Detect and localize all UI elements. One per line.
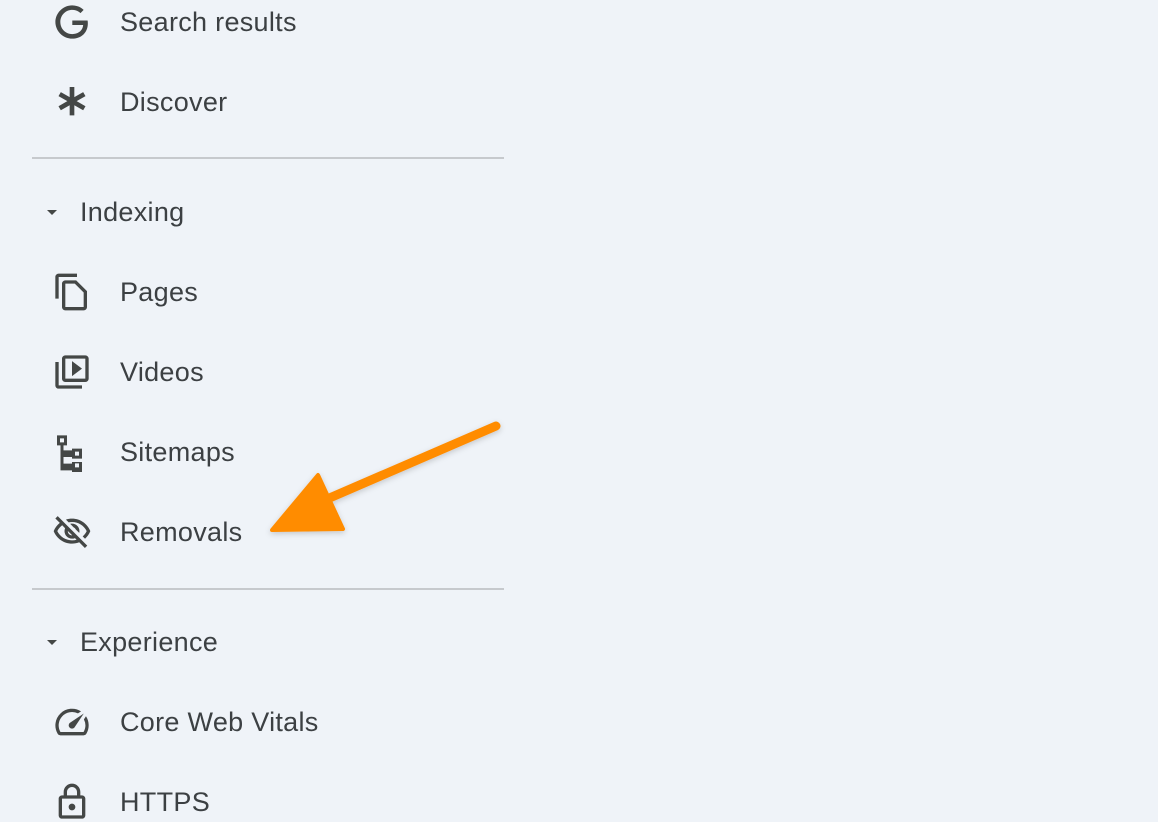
sidebar-item-sitemaps[interactable]: Sitemaps: [32, 422, 504, 482]
lock-icon: [50, 780, 94, 822]
section-header-indexing[interactable]: Indexing: [32, 182, 504, 242]
pages-icon: [50, 270, 94, 314]
sidebar-item-label: Pages: [120, 276, 199, 307]
sidebar-item-https[interactable]: HTTPS: [32, 772, 504, 822]
sidebar-item-discover[interactable]: Discover: [32, 72, 504, 132]
caret-down-icon: [40, 200, 64, 224]
asterisk-icon: [50, 80, 94, 124]
sidebar-nav: Search results Discover Indexing Pages V…: [0, 0, 520, 822]
sidebar-item-core-web-vitals[interactable]: Core Web Vitals: [32, 692, 504, 752]
sidebar-item-label: Removals: [120, 516, 243, 547]
divider: [32, 157, 504, 159]
section-header-experience[interactable]: Experience: [32, 612, 504, 672]
video-library-icon: [50, 350, 94, 394]
sidebar-item-label: Core Web Vitals: [120, 706, 319, 737]
section-title: Experience: [80, 626, 219, 657]
sidebar-item-videos[interactable]: Videos: [32, 342, 504, 402]
divider: [32, 588, 504, 590]
sidebar-item-pages[interactable]: Pages: [32, 262, 504, 322]
sidebar-item-label: HTTPS: [120, 786, 211, 817]
caret-down-icon: [40, 630, 64, 654]
sidebar-item-removals[interactable]: Removals: [32, 502, 504, 562]
sidebar-item-search-results[interactable]: Search results: [32, 0, 504, 52]
google-g-icon: [50, 0, 94, 44]
sidebar-item-label: Videos: [120, 356, 204, 387]
sidebar-item-label: Search results: [120, 6, 297, 37]
visibility-off-icon: [50, 510, 94, 554]
section-title: Indexing: [80, 196, 185, 227]
speed-gauge-icon: [50, 700, 94, 744]
sidebar-item-label: Discover: [120, 86, 228, 117]
sitemap-icon: [50, 430, 94, 474]
sidebar-item-label: Sitemaps: [120, 436, 235, 467]
